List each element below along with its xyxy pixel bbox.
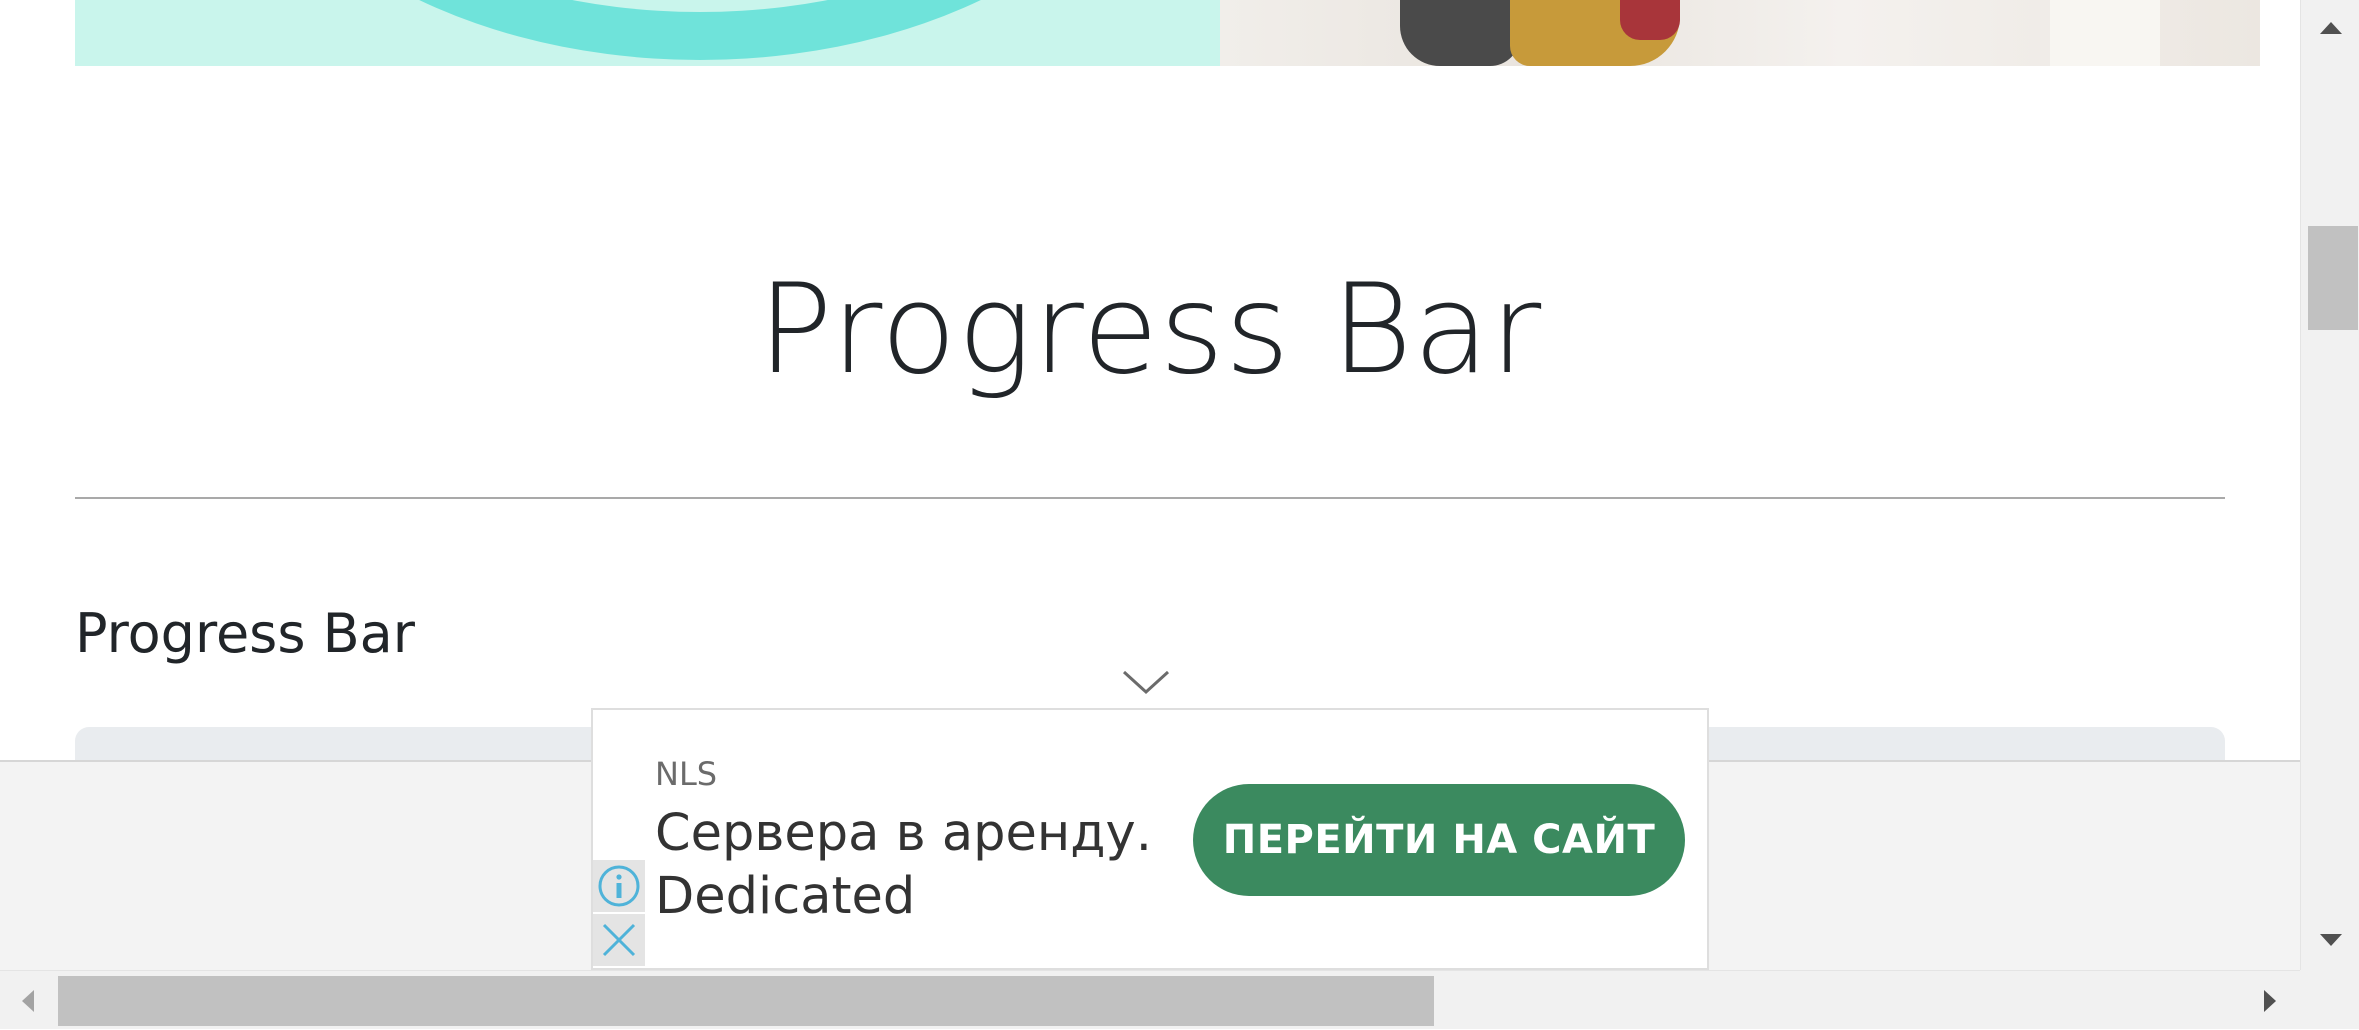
scrollbar-corner <box>2300 970 2359 1029</box>
section-heading: Progress Bar <box>75 602 415 665</box>
ad-sponsor: NLS <box>655 755 718 793</box>
horizontal-scrollbar[interactable] <box>0 970 2359 1029</box>
hero-image-photo <box>1220 0 2260 66</box>
hero-banner-image <box>75 0 2260 66</box>
chevron-down-icon[interactable] <box>1120 668 1172 696</box>
info-icon[interactable] <box>593 860 645 912</box>
ad-card[interactable]: NLS Сервера в аренду. Dedicated ПЕРЕЙТИ … <box>591 708 1709 970</box>
arrow-left-icon[interactable] <box>0 971 56 1030</box>
hero-photo-person-shape <box>1400 0 1520 66</box>
arrow-right-icon[interactable] <box>2242 971 2298 1030</box>
ad-cta-button[interactable]: ПЕРЕЙТИ НА САЙТ <box>1193 784 1685 896</box>
horizontal-scrollbar-thumb[interactable] <box>58 976 1434 1026</box>
page-title: Progress Bar <box>757 258 1543 402</box>
ad-text[interactable]: Сервера в аренду. Dedicated <box>655 802 1175 928</box>
hero-ring-shape <box>225 0 1175 60</box>
vertical-scrollbar[interactable] <box>2300 0 2359 970</box>
vertical-scrollbar-thumb[interactable] <box>2308 226 2358 330</box>
close-icon[interactable] <box>593 914 645 966</box>
hero-image-left-panel <box>75 0 1220 66</box>
title-divider <box>75 497 2225 499</box>
arrow-down-icon[interactable] <box>2301 912 2359 968</box>
arrow-up-icon[interactable] <box>2301 0 2359 56</box>
hero-photo-red-shape <box>1620 0 1680 40</box>
page-viewport: Progress Bar Progress Bar NLS Сервера в … <box>0 0 2300 970</box>
hero-photo-light-shape <box>2050 0 2160 66</box>
